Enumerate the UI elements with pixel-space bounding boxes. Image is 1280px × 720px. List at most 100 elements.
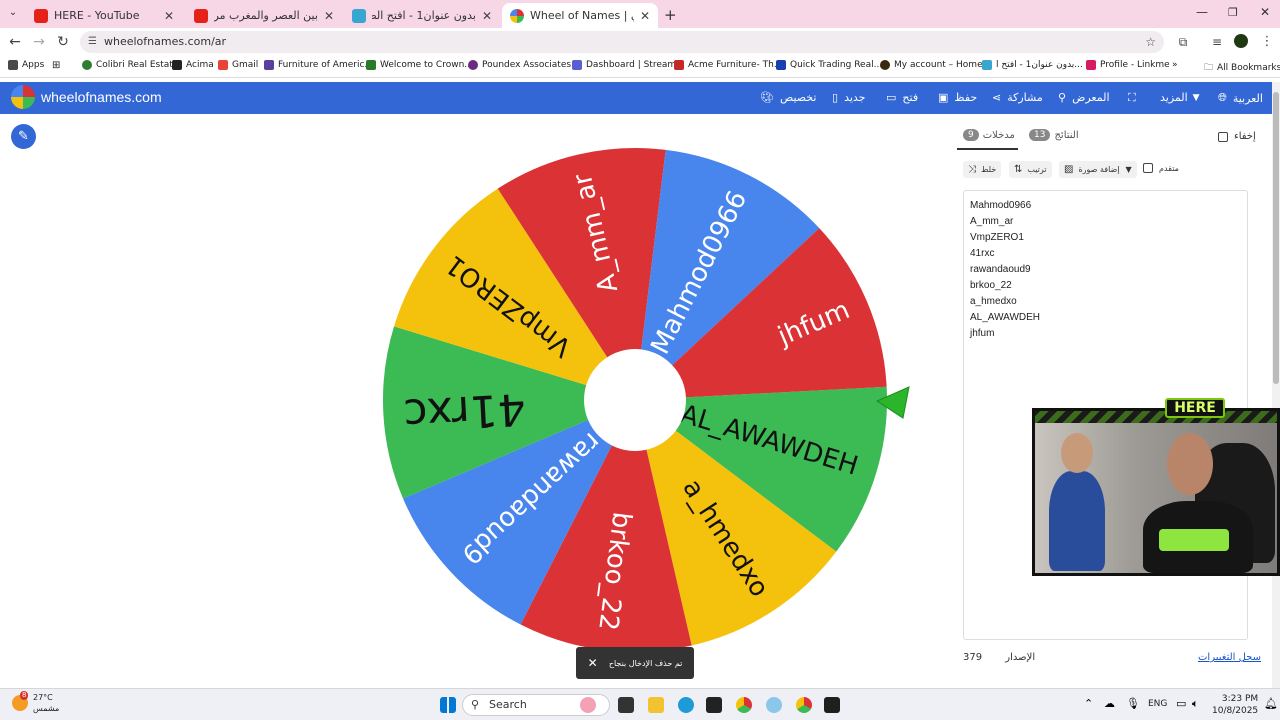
bookmark-item[interactable]: بدون عنوان1 - افتح ا...: [982, 60, 1083, 70]
sort-icon: ⇅: [1014, 164, 1023, 175]
wheel-center[interactable]: [584, 349, 686, 451]
bookmark-item[interactable]: My account – Home...: [880, 60, 991, 70]
open-button[interactable]: ▭ فتح: [886, 91, 918, 104]
gmail-icon: [218, 60, 228, 70]
edit-button[interactable]: ✎: [11, 124, 36, 149]
hide-checkbox[interactable]: إخفاء: [1218, 131, 1256, 142]
clock-date: 10/8/2025: [1212, 706, 1259, 716]
person-left-head: [1061, 433, 1093, 473]
bookmark-star-icon[interactable]: ☆: [1145, 31, 1156, 53]
pencil-icon: ✎: [18, 129, 29, 144]
wheel-logo-icon[interactable]: [11, 85, 35, 109]
reload-icon[interactable]: ↻: [54, 33, 72, 51]
streamer-badge: HERE: [1165, 398, 1225, 418]
address-bar[interactable]: ☰ wheelofnames.com/ar ☆: [80, 31, 1164, 53]
teams-icon[interactable]: [706, 697, 722, 713]
share-button[interactable]: ⋖ مشاركة: [992, 91, 1043, 104]
webcam-frame-stripe: [1035, 411, 1277, 423]
advanced-checkbox[interactable]: متقدم: [1143, 163, 1179, 173]
quick-trading-icon: [776, 60, 786, 70]
bookmark-item[interactable]: Furniture of Americ...: [264, 60, 373, 70]
wheel[interactable]: AL_AWAWDEHa_hmedxobrkoo_22rawandaoud941r…: [355, 125, 915, 685]
bookmark-item[interactable]: Welcome to Crown...: [366, 60, 473, 70]
edge-icon[interactable]: [678, 697, 694, 713]
bookmark-item[interactable]: Poundex Associates...: [468, 60, 580, 70]
bookmark-apps[interactable]: Apps: [8, 60, 44, 70]
widget-icon[interactable]: [580, 697, 596, 713]
more-menu[interactable]: المزيد ▼: [1160, 91, 1200, 104]
browser-tab[interactable]: بين العصر والمغرب مرت لمة ✕: [186, 3, 342, 28]
checkbox-icon: [1218, 131, 1228, 142]
linkme-icon: [1086, 60, 1096, 70]
bookmark-item[interactable]: Dashboard | Stream...: [572, 60, 685, 70]
scrollbar-thumb[interactable]: [1273, 92, 1279, 384]
bookmark-item[interactable]: Quick Trading Real...: [776, 60, 882, 70]
results-count-badge: 13: [1029, 129, 1051, 141]
new-button[interactable]: ▯ جديد: [832, 91, 865, 104]
back-icon[interactable]: ←: [6, 33, 24, 51]
changelog-link[interactable]: سجل التغييرات: [1198, 652, 1261, 663]
menu-icon[interactable]: ⋮: [1258, 33, 1276, 51]
restore-icon[interactable]: ❐: [1228, 6, 1238, 19]
app-icon[interactable]: [766, 697, 782, 713]
close-icon[interactable]: ✕: [164, 9, 174, 23]
browser-tab[interactable]: HERE - YouTube ✕: [26, 3, 182, 28]
customize-button[interactable]: 🎨︎ تخصيص: [760, 91, 816, 104]
obs-icon[interactable]: [824, 697, 840, 713]
weather-widget[interactable]: 8 27°C مشمس: [12, 691, 59, 714]
browser-tab-active[interactable]: Wheel of Names | العشوائي ✕: [502, 3, 658, 28]
media-controls-icon[interactable]: ≡: [1208, 33, 1226, 51]
wordwall-icon: [982, 60, 992, 70]
chrome-profile-icon[interactable]: [796, 697, 812, 713]
tray-overflow-icon[interactable]: ⌃: [1084, 697, 1093, 710]
bookmark-grid[interactable]: ⊞: [52, 60, 60, 71]
file-explorer-icon[interactable]: [648, 697, 664, 713]
youtube-icon: [34, 8, 48, 23]
windows-start-icon[interactable]: [440, 697, 456, 713]
colibri-icon: [82, 60, 92, 70]
site-info-icon[interactable]: ☰: [88, 31, 97, 53]
minimize-icon[interactable]: —: [1196, 5, 1208, 19]
tab-entries[interactable]: 9 مدخلات: [963, 129, 1015, 141]
profile-avatar[interactable]: [1234, 34, 1248, 48]
microphone-icon[interactable]: 🎙︎: [1126, 697, 1140, 710]
add-image-dropdown[interactable]: ▨ إضافة صورة ▼: [1059, 161, 1137, 178]
close-icon[interactable]: ✕: [324, 9, 334, 23]
close-icon[interactable]: ✕: [482, 9, 492, 23]
extensions-icon[interactable]: ⧉: [1174, 33, 1192, 51]
volume-icon[interactable]: 🔈︎: [1192, 697, 1199, 711]
bookmark-item[interactable]: Gmail: [218, 60, 258, 70]
tab-list-button[interactable]: ⌄: [6, 7, 20, 21]
onedrive-icon[interactable]: ☁: [1104, 697, 1115, 710]
notifications-icon[interactable]: 🔔︎: [1264, 697, 1278, 710]
network-icon[interactable]: ▭: [1176, 697, 1186, 710]
language-menu[interactable]: 🌐︎ العربية: [1218, 91, 1263, 105]
window-close-icon[interactable]: ✕: [1260, 5, 1270, 19]
toast-message: تم حذف الإدخال بنجاح: [608, 658, 683, 668]
forward-icon[interactable]: →: [30, 33, 48, 51]
chrome-icon[interactable]: [736, 697, 752, 713]
browser-tab[interactable]: بدون عنوان1 - افتح الصندوق ✕: [344, 3, 500, 28]
wheel-favicon-icon: [510, 8, 524, 23]
shuffle-button[interactable]: ⤨ خلط: [963, 161, 1002, 178]
language-indicator[interactable]: ENG: [1148, 699, 1167, 709]
bookmark-item[interactable]: Profile - Linkme: [1086, 60, 1170, 70]
tab-results[interactable]: 13 النتائج: [1029, 129, 1079, 141]
clock[interactable]: 3:23 PM 10/8/2025: [1212, 693, 1258, 717]
close-icon[interactable]: ✕: [640, 9, 650, 23]
fullscreen-icon: ⛶: [1128, 91, 1136, 104]
save-button[interactable]: ▣ حفظ: [938, 91, 977, 104]
bookmark-item[interactable]: Acima: [172, 60, 214, 70]
gallery-button[interactable]: ⚲ المعرض: [1058, 91, 1110, 104]
new-tab-icon[interactable]: +: [664, 6, 677, 24]
fullscreen-button[interactable]: ⛶: [1128, 91, 1136, 105]
toast-close-icon[interactable]: ✕: [588, 656, 598, 670]
bookmark-item[interactable]: Acme Furniture- Th...: [674, 60, 782, 70]
all-bookmarks[interactable]: 🗀 All Bookmarks: [1204, 60, 1280, 76]
bookmark-item[interactable]: Colibri Real Estate: [82, 60, 178, 70]
bookmarks-overflow-icon[interactable]: »: [1172, 60, 1178, 70]
sun-icon: 8: [12, 691, 29, 711]
site-name[interactable]: wheelofnames.com: [41, 89, 162, 105]
sort-button[interactable]: ⇅ ترتيب: [1009, 161, 1052, 178]
task-view-icon[interactable]: [618, 697, 634, 713]
